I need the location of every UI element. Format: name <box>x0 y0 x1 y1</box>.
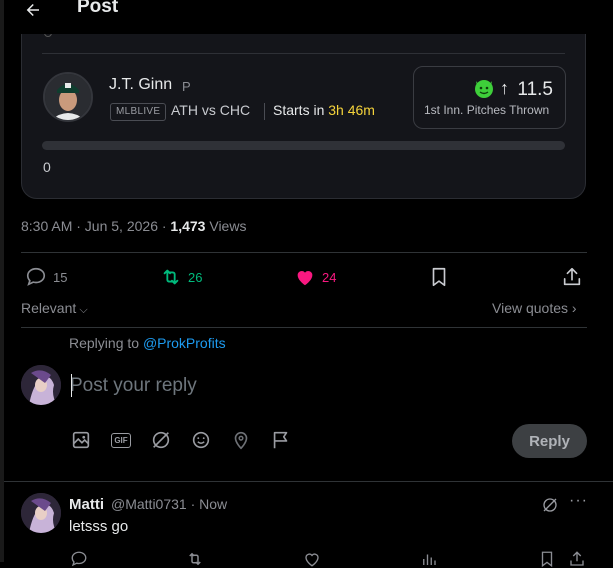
sort-relevant[interactable]: Relevant ⌵ <box>21 300 88 317</box>
card-divider <box>42 53 565 54</box>
chevron-right-icon: › <box>568 300 577 316</box>
progress-track <box>42 141 565 150</box>
emoji-icon[interactable] <box>190 429 212 451</box>
player-avatar <box>43 72 93 122</box>
gif-icon[interactable]: GIF <box>110 429 132 451</box>
repost-count: 26 <box>188 269 203 285</box>
view-quotes-label: View quotes <box>492 300 569 316</box>
divider <box>4 481 613 482</box>
views-label: Views <box>205 218 247 234</box>
location-icon[interactable] <box>230 429 252 451</box>
progress-value: 0 <box>43 159 51 175</box>
post-time: 8:30 AM · Jun 5, 2026 · <box>21 218 171 234</box>
divider <box>21 327 587 328</box>
repost-action[interactable]: 26 <box>160 266 202 288</box>
left-rail <box>0 0 4 562</box>
reply-count: 15 <box>53 269 68 285</box>
starts-time: 3h 46m <box>328 102 375 118</box>
comment-author-name[interactable]: Matti <box>69 496 104 513</box>
comment-icon <box>26 267 46 286</box>
matchup: ATH vs CHC <box>171 102 251 118</box>
page-title: Post <box>77 0 119 17</box>
post-meta: 8:30 AM · Jun 5, 2026 · 1,473 Views <box>21 218 246 234</box>
replying-to: Replying to @ProkProfits <box>69 335 226 351</box>
heart-icon[interactable] <box>303 550 321 568</box>
arrow-up-icon: ↑ <box>500 78 509 98</box>
bookmark-action[interactable] <box>428 266 450 288</box>
comment-text: letsss go <box>69 518 129 535</box>
stat-value: 11.5 <box>517 79 553 100</box>
stat-label: 1st Inn. Pitches Thrown <box>424 103 550 117</box>
bookmark-icon <box>432 267 446 287</box>
comment-avatar[interactable] <box>21 493 61 533</box>
arrow-left-icon <box>26 4 39 16</box>
back-button[interactable] <box>20 0 46 23</box>
flag-icon[interactable] <box>270 429 292 451</box>
share-action[interactable] <box>561 266 583 288</box>
league-badge: MLBLIVE <box>110 103 167 121</box>
repost-icon <box>163 269 179 285</box>
gif-label: GIF <box>111 432 131 448</box>
grok-icon[interactable] <box>541 496 559 514</box>
devil-emoji-icon <box>475 80 493 98</box>
share-icon[interactable] <box>568 550 586 568</box>
view-quotes-link[interactable]: View quotes › <box>492 300 577 316</box>
reply-input[interactable] <box>70 372 490 400</box>
grok-icon[interactable] <box>150 429 172 451</box>
like-action[interactable]: 24 <box>294 266 336 288</box>
separator <box>264 103 265 120</box>
bookmark-icon[interactable] <box>538 550 556 568</box>
prop-card[interactable]: J.T. Ginn P MLBLIVE ATH vs CHC Starts in… <box>21 14 586 199</box>
reply-button[interactable]: Reply <box>512 424 587 458</box>
player-name: J.T. Ginn <box>109 76 173 93</box>
comment-author-handle: @Matti0731 · Now <box>111 496 228 512</box>
replying-prefix: Replying to <box>69 335 143 351</box>
share-icon <box>563 267 581 286</box>
starts-in: Starts in 3h 46m <box>273 102 375 118</box>
image-icon[interactable] <box>70 429 92 451</box>
sort-label: Relevant <box>21 300 77 316</box>
user-avatar[interactable] <box>21 365 61 405</box>
more-options-icon[interactable]: ··· <box>569 492 588 510</box>
comment-icon[interactable] <box>70 550 88 568</box>
header: Post <box>4 0 613 34</box>
starts-label: Starts in <box>273 102 325 118</box>
analytics-icon[interactable] <box>420 550 438 568</box>
chevron-down-icon: ⌵ <box>76 304 88 316</box>
heart-icon <box>297 271 313 286</box>
text-caret <box>71 374 72 397</box>
divider <box>21 252 587 253</box>
replying-handle[interactable]: @ProkProfits <box>143 335 226 351</box>
repost-icon[interactable] <box>186 550 204 568</box>
stat-box[interactable]: ↑ 11.5 1st Inn. Pitches Thrown <box>413 66 566 129</box>
player-position: P <box>182 79 191 94</box>
like-count: 24 <box>322 269 337 285</box>
reply-action[interactable]: 15 <box>25 266 67 288</box>
views-count: 1,473 <box>170 218 206 234</box>
